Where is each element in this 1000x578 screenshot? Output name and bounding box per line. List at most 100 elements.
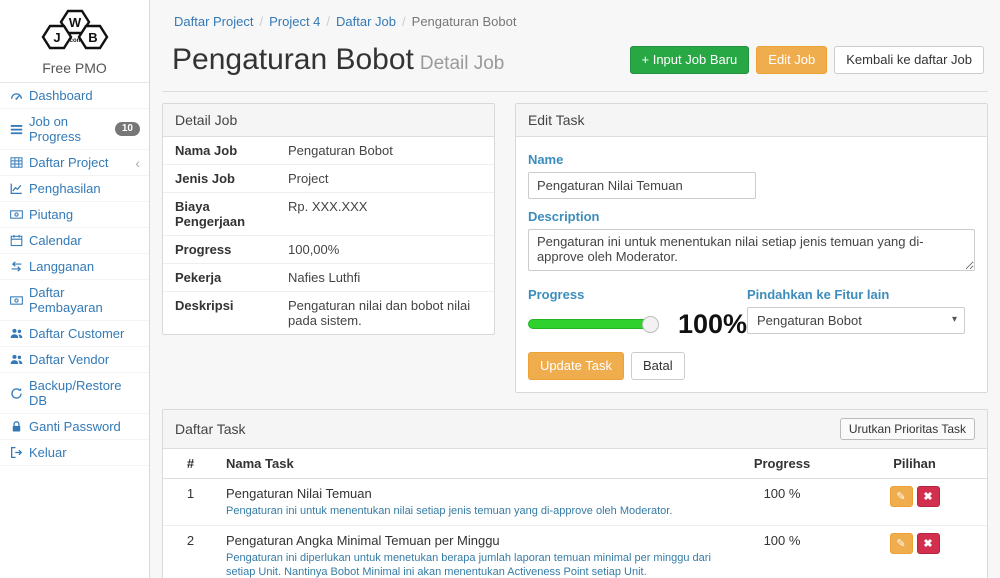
jwb-logo: W J B .com xyxy=(38,8,112,54)
move-to-feature-label: Pindahkan ke Fitur lain xyxy=(747,287,975,302)
logo-letter-b: B xyxy=(88,30,97,45)
progress-slider[interactable] xyxy=(528,319,656,329)
edit-task-panel-title: Edit Task xyxy=(528,112,585,128)
breadcrumb-current: Pengaturan Bobot xyxy=(412,14,517,29)
detail-job-panel-title: Detail Job xyxy=(175,112,237,128)
task-progress: 100 % xyxy=(722,479,842,526)
task-table-header-row: # Nama Task Progress Pilihan xyxy=(163,449,987,479)
task-name: Pengaturan Nilai Temuan xyxy=(226,486,714,501)
sidebar-item-label: Calendar xyxy=(29,233,82,248)
page-title-text: Pengaturan Bobot xyxy=(172,43,414,76)
sidebar-item-ganti-password[interactable]: Ganti Password xyxy=(0,414,149,440)
daftar-task-panel: Daftar Task Urutkan Prioritas Task # Nam… xyxy=(162,409,988,578)
refresh-icon xyxy=(9,386,23,400)
breadcrumb-link-daftar-job[interactable]: Daftar Job xyxy=(336,14,396,29)
detail-row-nama-job: Nama JobPengaturan Bobot xyxy=(163,137,494,165)
column-header-nama-task: Nama Task xyxy=(218,449,722,479)
sidebar-item-daftar-vendor[interactable]: Daftar Vendor xyxy=(0,347,149,373)
chevron-left-icon: ‹ xyxy=(135,158,140,168)
main-content: Daftar Project/Project 4/Daftar Job/Peng… xyxy=(150,0,1000,578)
column-header-num: # xyxy=(163,449,218,479)
detail-label: Pekerja xyxy=(163,264,288,291)
logo-letter-j: J xyxy=(53,30,60,45)
task-name: Pengaturan Angka Minimal Temuan per Ming… xyxy=(226,533,714,548)
users-icon xyxy=(9,353,23,367)
sidebar-item-job-on-progress[interactable]: Job on Progress 10 xyxy=(0,109,149,150)
sidebar-item-daftar-pembayaran[interactable]: Daftar Pembayaran xyxy=(0,280,149,321)
update-task-button[interactable]: Update Task xyxy=(528,352,624,380)
sidebar-item-backup-restore[interactable]: Backup/Restore DB xyxy=(0,373,149,414)
task-table: # Nama Task Progress Pilihan 1 Pengatura… xyxy=(163,449,987,578)
detail-job-panel: Detail Job Nama JobPengaturan Bobot Jeni… xyxy=(162,103,495,335)
money-icon xyxy=(9,208,23,222)
column-header-progress: Progress xyxy=(722,449,842,479)
sidebar-item-dashboard[interactable]: Dashboard xyxy=(0,83,149,109)
sidebar-item-label: Ganti Password xyxy=(29,419,121,434)
breadcrumb-link-project-4[interactable]: Project 4 xyxy=(269,14,320,29)
sign-out-icon xyxy=(9,446,23,460)
detail-label: Biaya Pengerjaan xyxy=(163,193,288,235)
sidebar-item-label: Daftar Pembayaran xyxy=(29,285,140,315)
daftar-task-panel-title: Daftar Task xyxy=(175,421,246,437)
sidebar-item-piutang[interactable]: Piutang xyxy=(0,202,149,228)
exchange-icon xyxy=(9,260,23,274)
delete-task-button[interactable]: ✖ xyxy=(917,533,940,554)
users-icon xyxy=(9,327,23,341)
edit-task-button[interactable]: ✎ xyxy=(890,533,913,554)
detail-row-progress: Progress100,00% xyxy=(163,236,494,264)
input-job-baru-button[interactable]: + Input Job Baru xyxy=(630,46,750,74)
detail-label: Jenis Job xyxy=(163,165,288,192)
breadcrumb-separator: / xyxy=(253,14,269,29)
edit-task-button[interactable]: ✎ xyxy=(890,486,913,507)
detail-label: Progress xyxy=(163,236,288,263)
breadcrumb-separator: / xyxy=(320,14,336,29)
daftar-task-panel-header: Daftar Task Urutkan Prioritas Task xyxy=(163,410,987,449)
sidebar-item-penghasilan[interactable]: Penghasilan xyxy=(0,176,149,202)
detail-value: Nafies Luthfi xyxy=(288,264,494,291)
progress-slider-handle[interactable] xyxy=(642,316,659,333)
x-icon: ✖ xyxy=(923,537,932,550)
task-description-textarea[interactable]: Pengaturan ini untuk menentukan nilai se… xyxy=(528,229,975,271)
detail-value: Pengaturan Bobot xyxy=(288,137,494,164)
sidebar-item-label: Keluar xyxy=(29,445,67,460)
sidebar-item-keluar[interactable]: Keluar xyxy=(0,440,149,466)
delete-task-button[interactable]: ✖ xyxy=(917,486,940,507)
task-name-input[interactable] xyxy=(528,172,756,199)
logo-block: W J B .com Free PMO xyxy=(0,0,149,83)
detail-row-jenis-job: Jenis JobProject xyxy=(163,165,494,193)
breadcrumb-link-daftar-project[interactable]: Daftar Project xyxy=(174,14,253,29)
sidebar-item-langganan[interactable]: Langganan xyxy=(0,254,149,280)
logo-letter-w: W xyxy=(68,15,81,30)
progress-percent-value: 100% xyxy=(678,312,747,336)
edit-job-button[interactable]: Edit Job xyxy=(756,46,827,74)
batal-button[interactable]: Batal xyxy=(631,352,685,380)
name-label: Name xyxy=(528,152,975,167)
selected-option: Pengaturan Bobot xyxy=(757,313,862,328)
sidebar-item-daftar-project[interactable]: Daftar Project ‹ xyxy=(0,150,149,176)
sidebar-item-label: Penghasilan xyxy=(29,181,101,196)
task-number: 1 xyxy=(163,479,218,526)
page-subtitle: Detail Job xyxy=(420,53,505,74)
task-description: Pengaturan ini untuk menentukan nilai se… xyxy=(226,504,714,518)
move-to-feature-select[interactable]: Pengaturan Bobot ▾ xyxy=(747,307,965,334)
task-row: 1 Pengaturan Nilai Temuan Pengaturan ini… xyxy=(163,479,987,526)
detail-row-biaya: Biaya PengerjaanRp. XXX.XXX xyxy=(163,193,494,236)
sort-priority-button-top[interactable]: Urutkan Prioritas Task xyxy=(840,418,975,440)
pencil-icon: ✎ xyxy=(896,490,905,503)
input-job-baru-label: Input Job Baru xyxy=(653,52,738,67)
detail-row-pekerja: PekerjaNafies Luthfi xyxy=(163,264,494,292)
plus-icon: + xyxy=(642,52,650,67)
brand-name: Free PMO xyxy=(4,60,145,76)
sidebar-item-daftar-customer[interactable]: Daftar Customer xyxy=(0,321,149,347)
sidebar-item-label: Job on Progress xyxy=(29,114,109,144)
task-progress: 100 % xyxy=(722,526,842,578)
detail-label: Deskripsi xyxy=(163,292,288,334)
sidebar-item-label: Daftar Customer xyxy=(29,326,124,341)
detail-row-deskripsi: DeskripsiPengaturan nilai dan bobot nila… xyxy=(163,292,494,334)
bars-icon xyxy=(9,122,23,136)
page-header: Pengaturan Bobot Detail Job + Input Job B… xyxy=(162,35,988,92)
calendar-icon xyxy=(9,234,23,248)
sidebar-item-calendar[interactable]: Calendar xyxy=(0,228,149,254)
money-icon xyxy=(9,293,23,307)
back-to-job-list-button[interactable]: Kembali ke daftar Job xyxy=(834,46,984,74)
